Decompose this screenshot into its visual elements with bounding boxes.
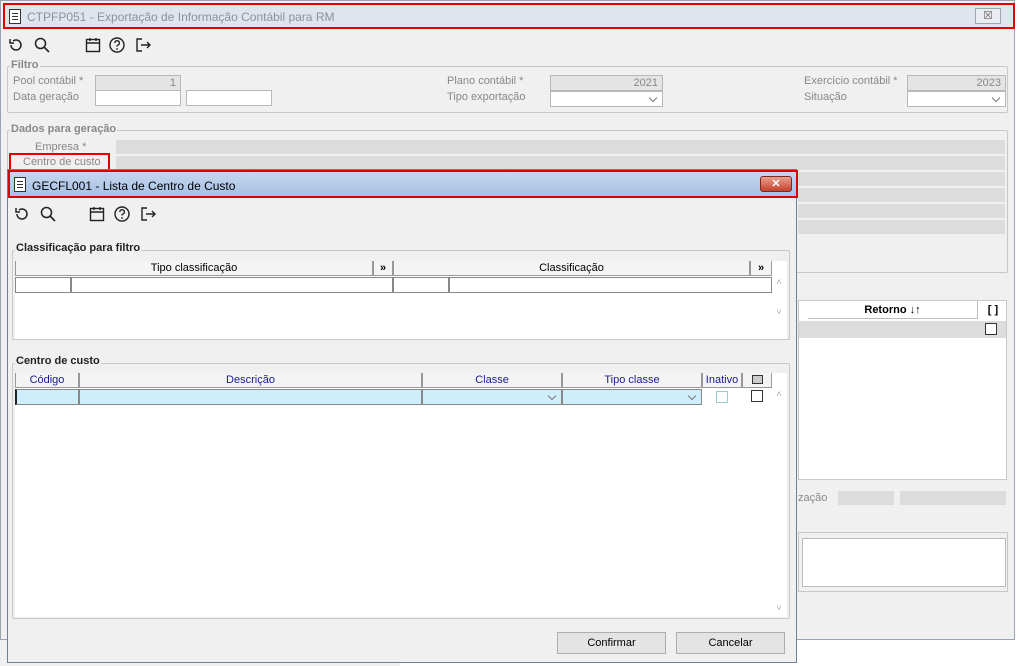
exercicio-contabil-field[interactable]: 2023 — [907, 75, 1006, 91]
codigo-header[interactable]: Código — [15, 373, 79, 388]
exit-icon[interactable] — [139, 205, 157, 223]
dados-row-5 — [798, 204, 1005, 218]
classificacao-more-button[interactable]: » — [750, 261, 772, 276]
retorno-header[interactable]: Retorno ↓↑ — [808, 301, 978, 319]
plano-contabil-field[interactable]: 2021 — [550, 75, 663, 91]
tipo-classificacao-header[interactable]: Tipo classificação — [15, 261, 373, 276]
classificacao-scrollbar[interactable]: ˄ ˅ — [774, 277, 784, 337]
centro-custo-legend: Centro de custo — [15, 355, 101, 367]
row-select-checkbox[interactable] — [751, 390, 763, 402]
descricao-cell[interactable] — [79, 389, 422, 405]
data-geracao-end-field[interactable] — [186, 90, 272, 106]
main-window-title: CTPFP051 - Exportação de Informação Cont… — [27, 10, 335, 24]
main-title-bar: CTPFP051 - Exportação de Informação Cont… — [3, 3, 1015, 29]
calendar-icon[interactable] — [84, 36, 102, 54]
select-all-header[interactable] — [742, 373, 772, 388]
tipo-exportacao-select[interactable] — [550, 91, 663, 107]
centro-custo-grid: Código Descrição Classe Tipo classe Inat… — [15, 373, 787, 617]
lista-centro-custo-dialog: GECFL001 - Lista de Centro de Custo ✕ Cl… — [7, 169, 798, 663]
close-button[interactable]: ☒ — [975, 8, 1001, 24]
calendar-icon[interactable] — [88, 205, 106, 223]
classificacao-grid: Tipo classificação » Classificação » ˄ ˅ — [15, 261, 787, 339]
dados-geracao-legend: Dados para geração — [10, 123, 118, 135]
dialog-close-button[interactable]: ✕ — [760, 176, 792, 192]
cancel-button[interactable]: Cancelar — [676, 632, 785, 654]
inativo-checkbox[interactable] — [716, 391, 728, 403]
tipo-classificacao-more-button[interactable]: » — [373, 261, 393, 276]
classe-select[interactable] — [422, 389, 562, 405]
centro-custo-scrollbar[interactable]: ˄ ˅ — [774, 389, 784, 615]
result-row — [799, 321, 1006, 338]
dados-row-6 — [798, 220, 1005, 234]
classificacao-legend: Classificação para filtro — [15, 242, 142, 254]
pool-contabil-field[interactable]: 1 — [95, 75, 181, 91]
exit-icon[interactable] — [134, 36, 152, 54]
tipo-exportacao-label: Tipo exportação — [447, 91, 526, 103]
zacao-label: zação — [798, 492, 828, 504]
centro-custo-group: Centro de custo Código Descrição Classe … — [12, 355, 790, 619]
bottom-group — [798, 532, 1008, 592]
tipo-classe-header[interactable]: Tipo classe — [562, 373, 702, 388]
refresh-icon[interactable] — [13, 205, 31, 223]
filtro-legend: Filtro — [10, 59, 40, 71]
main-toolbar — [7, 36, 157, 54]
classificacao-code-cell[interactable] — [393, 277, 449, 293]
situacao-label: Situação — [804, 91, 847, 103]
classificacao-group: Classificação para filtro Tipo classific… — [12, 242, 790, 340]
search-icon[interactable] — [33, 36, 51, 54]
refresh-icon[interactable] — [7, 36, 25, 54]
dados-row-3 — [798, 172, 1005, 186]
exercicio-contabil-label: Exercício contábil * — [804, 75, 898, 87]
codigo-cell[interactable] — [15, 389, 79, 405]
plano-contabil-label: Plano contábil * — [447, 75, 524, 87]
data-geracao-start-field[interactable] — [95, 90, 181, 106]
select-all-header[interactable]: [ ] — [979, 301, 1007, 319]
bottom-textarea[interactable] — [802, 538, 1006, 587]
document-icon — [9, 9, 21, 24]
situacao-select[interactable] — [907, 91, 1006, 107]
dialog-toolbar — [13, 205, 163, 223]
tipo-classificacao-code-cell[interactable] — [15, 277, 71, 293]
result-row-checkbox[interactable] — [985, 323, 997, 335]
tipo-classificacao-desc-cell[interactable] — [71, 277, 393, 293]
help-icon[interactable] — [113, 205, 131, 223]
pool-contabil-label: Pool contábil * — [13, 75, 84, 87]
dialog-title: GECFL001 - Lista de Centro de Custo — [32, 179, 236, 193]
empresa-label: Empresa * — [35, 141, 87, 153]
descricao-header[interactable]: Descrição — [79, 373, 422, 388]
confirm-button[interactable]: Confirmar — [557, 632, 666, 654]
help-icon[interactable] — [108, 36, 126, 54]
centro-custo-field[interactable] — [116, 156, 1005, 170]
centro-custo-label: Centro de custo — [23, 156, 101, 168]
inativo-header[interactable]: Inativo — [702, 373, 742, 388]
classificacao-header[interactable]: Classificação — [393, 261, 750, 276]
data-geracao-label: Data geração — [13, 91, 80, 103]
search-icon[interactable] — [39, 205, 57, 223]
tipo-classe-select[interactable] — [562, 389, 702, 405]
document-icon — [14, 177, 26, 192]
zacao-field-2[interactable] — [900, 491, 1006, 505]
dialog-title-bar: GECFL001 - Lista de Centro de Custo ✕ — [8, 170, 798, 198]
classificacao-desc-cell[interactable] — [449, 277, 772, 293]
classe-header[interactable]: Classe — [422, 373, 562, 388]
dados-row-4 — [798, 188, 1005, 202]
zacao-field-1[interactable] — [838, 491, 894, 505]
result-grid: Retorno ↓↑ [ ] — [798, 300, 1007, 480]
empresa-field[interactable] — [116, 140, 1005, 154]
